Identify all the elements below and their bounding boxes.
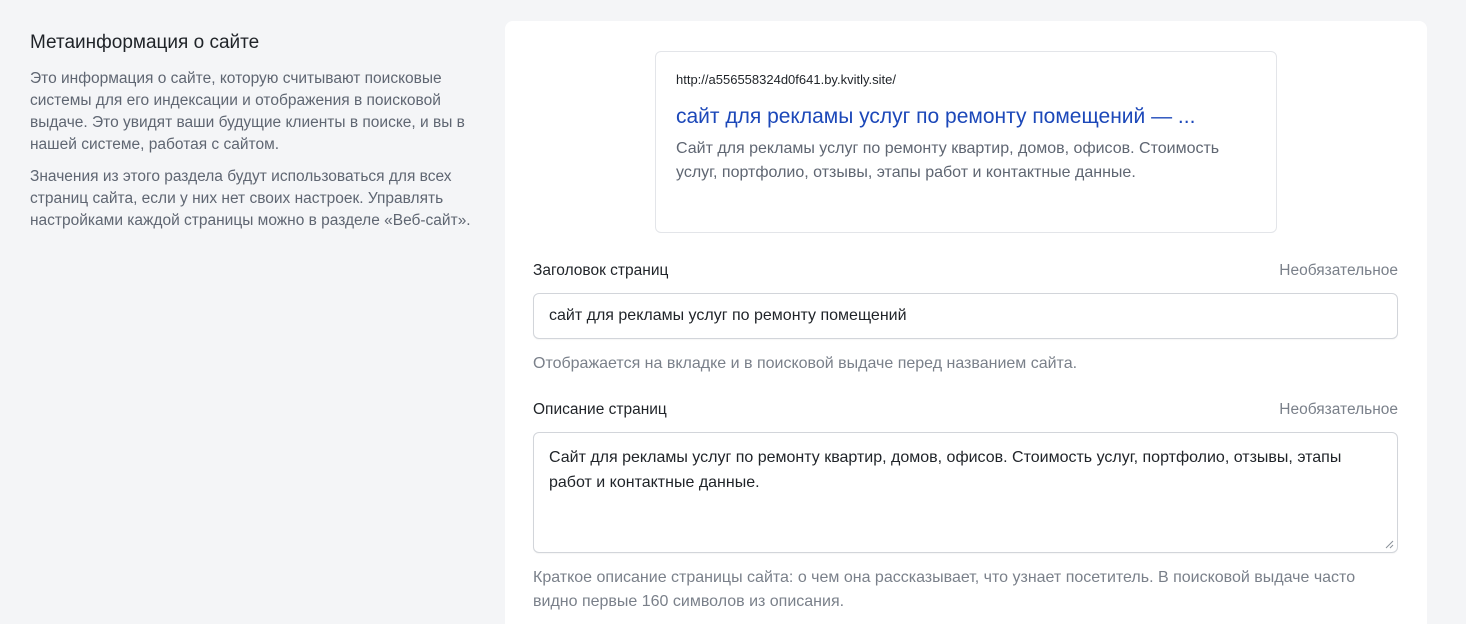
settings-card: http://a556558324d0f641.by.kvitly.site/ … (505, 21, 1427, 624)
page-title-input[interactable]: сайт для рекламы услуг по ремонту помеще… (533, 293, 1398, 339)
preview-title: сайт для рекламы услуг по ремонту помеще… (676, 105, 1196, 128)
section-description: Метаинформация о сайте Это информация о … (30, 30, 480, 242)
search-result-preview: http://a556558324d0f641.by.kvitly.site/ … (655, 51, 1277, 233)
page-title-label: Заголовок страниц (533, 262, 669, 279)
page-description-hint: Краткое описание страницы сайта: о чем о… (533, 569, 1356, 610)
metainfo-settings: Метаинформация о сайте Это информация о … (0, 0, 1466, 624)
page-description-field: Описание страниц Необязательное Сайт для… (533, 401, 1398, 614)
page-title-optional-badge: Необязательное (1279, 262, 1398, 279)
section-paragraph-1: Это информация о сайте, которую считываю… (30, 70, 465, 153)
page-description-value: Сайт для рекламы услуг по ремонту кварти… (549, 449, 1342, 491)
resize-handle-icon[interactable] (1385, 540, 1394, 549)
page-title-hint: Отображается на вкладке и в поисковой вы… (533, 355, 1078, 372)
preview-description: Сайт для рекламы услуг по ремонту кварти… (676, 140, 1220, 181)
page-description-field-header: Описание страниц Необязательное (533, 401, 1398, 423)
page-title-field-header: Заголовок страниц Необязательное (533, 262, 1398, 284)
page-description-label: Описание страниц (533, 401, 667, 418)
page-description-textarea[interactable]: Сайт для рекламы услуг по ремонту кварти… (533, 432, 1398, 553)
section-title: Метаинформация о сайте (30, 32, 260, 53)
preview-url: http://a556558324d0f641.by.kvitly.site/ (676, 72, 896, 87)
page-title-field: Заголовок страниц Необязательное сайт дл… (533, 262, 1398, 376)
page-description-optional-badge: Необязательное (1279, 401, 1398, 418)
section-paragraph-2: Значения из этого раздела будут использо… (30, 168, 471, 229)
